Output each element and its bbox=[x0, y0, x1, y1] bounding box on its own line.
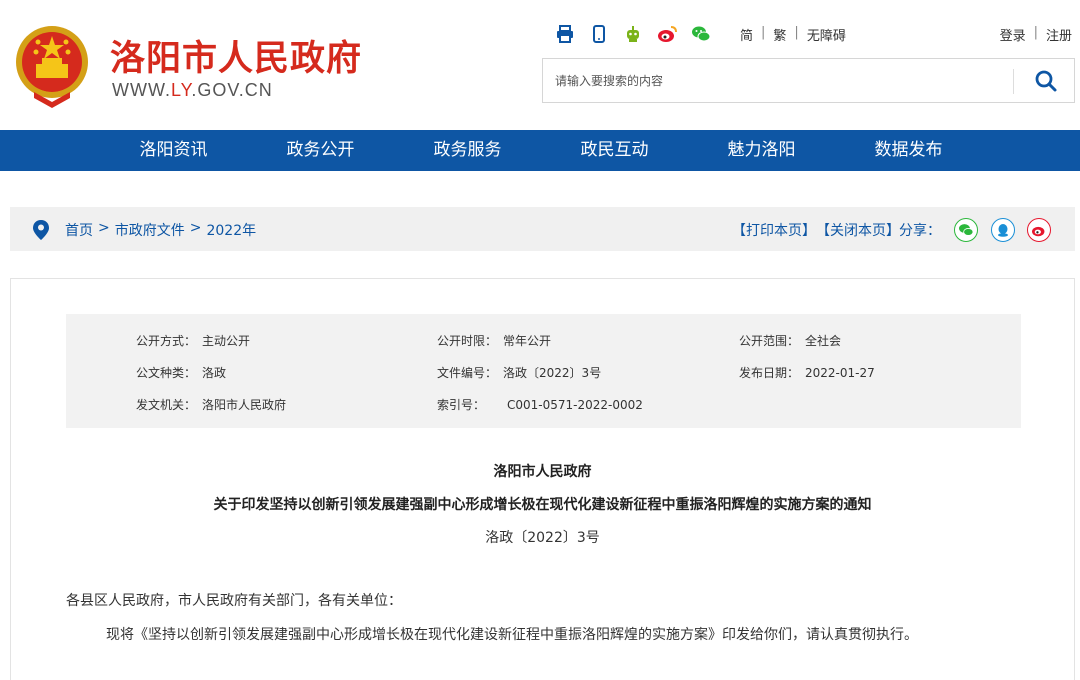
meta-value: 洛阳市人民政府 bbox=[202, 398, 287, 412]
document-number: 洛政〔2022〕3号 bbox=[485, 530, 600, 546]
separator: | bbox=[794, 25, 799, 40]
breadcrumb-bar: 首页 > 市政府文件 > 2022年 【打印本页】 【关闭本页】 分享： bbox=[10, 207, 1075, 251]
meta-key: 发文机关： bbox=[136, 398, 197, 412]
meta-key: 公开方式： bbox=[136, 334, 197, 348]
domain-ly: LY bbox=[170, 80, 192, 100]
domain-suffix: .GOV.CN bbox=[191, 80, 273, 100]
search-box bbox=[542, 58, 1075, 103]
meta-doc-type: 公文种类： 洛政 bbox=[136, 364, 226, 381]
meta-value: 洛政 bbox=[202, 366, 227, 380]
search-input[interactable] bbox=[555, 59, 1005, 102]
meta-doc-number: 文件编号： 洛政〔2022〕3号 bbox=[437, 364, 601, 381]
wechat-icon[interactable] bbox=[691, 24, 711, 44]
meta-value: 主动公开 bbox=[202, 334, 251, 348]
nav-item-gov-services[interactable]: 政务服务 bbox=[394, 130, 541, 171]
meta-open-scope: 公开范围： 全社会 bbox=[739, 332, 841, 349]
language-links: 简 | 繁 | 无障碍 bbox=[740, 25, 846, 44]
document-metadata: 公开方式： 主动公开 公开时限： 常年公开 公开范围： 全社会 公文种类： 洛政 文件编… bbox=[66, 314, 1021, 428]
meta-value: 全社会 bbox=[805, 334, 842, 348]
meta-value: 常年公开 bbox=[503, 334, 552, 348]
weibo-icon[interactable] bbox=[657, 24, 677, 44]
meta-value: 2022-01-27 bbox=[805, 366, 875, 380]
search-divider bbox=[1013, 69, 1014, 94]
close-page-link[interactable]: 【关闭本页】 bbox=[816, 220, 900, 240]
meta-key: 文件编号： bbox=[437, 366, 498, 380]
search-icon bbox=[1035, 70, 1057, 91]
site-header: 洛阳市人民政府 WWW.LY.GOV.CN 简 | 繁 | 无障碍 登录 | 注… bbox=[0, 0, 1080, 130]
print-page-link[interactable]: 【打印本页】 bbox=[732, 220, 816, 240]
document-body: 现将《坚持以创新引领发展建强副中心形成增长极在现代化建设新征程中重振洛阳辉煌的实… bbox=[106, 627, 918, 643]
meta-pub-date: 发布日期： 2022-01-27 bbox=[739, 364, 875, 381]
breadcrumb: 首页 > 市政府文件 > 2022年 bbox=[65, 220, 256, 240]
meta-value: C001-0571-2022-0002 bbox=[507, 398, 643, 412]
breadcrumb-separator: > bbox=[189, 220, 202, 236]
meta-value: 洛政〔2022〕3号 bbox=[503, 366, 602, 380]
document-title: 关于印发坚持以创新引领发展建强副中心形成增长极在现代化建设新征程中重振洛阳辉煌的… bbox=[213, 497, 872, 513]
domain-prefix: WWW. bbox=[112, 80, 171, 100]
separator: | bbox=[761, 25, 766, 40]
breadcrumb-home[interactable]: 首页 bbox=[65, 220, 93, 240]
share-weibo-icon[interactable] bbox=[1027, 218, 1051, 242]
auth-links: 登录 | 注册 bbox=[1000, 25, 1072, 44]
meta-key: 公文种类： bbox=[136, 366, 197, 380]
robot-icon[interactable] bbox=[623, 24, 643, 44]
document-salutation: 各县区人民政府，市人民政府有关部门，各有关单位： bbox=[66, 593, 402, 609]
meta-open-mode: 公开方式： 主动公开 bbox=[136, 332, 250, 349]
search-button[interactable] bbox=[1018, 59, 1074, 102]
register-link[interactable]: 注册 bbox=[1046, 25, 1072, 44]
document-issuer: 洛阳市人民政府 bbox=[493, 464, 592, 480]
nav-item-data-release[interactable]: 数据发布 bbox=[835, 130, 982, 171]
separator: | bbox=[1033, 25, 1038, 40]
share-label: 分享： bbox=[899, 223, 941, 239]
nav-items: 洛阳资讯 政务公开 政务服务 政民互动 魅力洛阳 数据发布 bbox=[100, 130, 982, 171]
breadcrumb-separator: > bbox=[98, 220, 110, 236]
article-panel: 公开方式： 主动公开 公开时限： 常年公开 公开范围： 全社会 公文种类： 洛政 文件编… bbox=[10, 278, 1075, 680]
location-pin-icon bbox=[33, 220, 49, 240]
page-actions: 【打印本页】 【关闭本页】 bbox=[732, 220, 900, 240]
site-domain: WWW.LY.GOV.CN bbox=[112, 80, 273, 101]
top-toolbar-icons bbox=[555, 24, 711, 44]
main-nav: 洛阳资讯 政务公开 政务服务 政民互动 魅力洛阳 数据发布 bbox=[0, 130, 1080, 171]
print-icon[interactable] bbox=[555, 24, 575, 44]
accessibility-link[interactable]: 无障碍 bbox=[807, 25, 846, 44]
share-qq-icon[interactable] bbox=[991, 218, 1015, 242]
national-emblem-icon[interactable] bbox=[12, 22, 92, 108]
breadcrumb-year[interactable]: 2022年 bbox=[206, 220, 256, 240]
meta-key: 索引号： bbox=[437, 398, 486, 412]
meta-issuer: 发文机关： 洛阳市人民政府 bbox=[136, 396, 286, 413]
meta-key: 公开时限： bbox=[437, 334, 498, 348]
meta-key: 公开范围： bbox=[739, 334, 800, 348]
lang-traditional-link[interactable]: 繁 bbox=[773, 25, 786, 44]
share-wechat-icon[interactable] bbox=[954, 218, 978, 242]
meta-open-period: 公开时限： 常年公开 bbox=[437, 332, 551, 349]
nav-item-charm-luoyang[interactable]: 魅力洛阳 bbox=[688, 130, 835, 171]
site-title[interactable]: 洛阳市人民政府 bbox=[110, 30, 362, 81]
nav-item-news[interactable]: 洛阳资讯 bbox=[100, 130, 247, 171]
login-link[interactable]: 登录 bbox=[1000, 25, 1026, 44]
nav-item-gov-affairs-open[interactable]: 政务公开 bbox=[247, 130, 394, 171]
mobile-icon[interactable] bbox=[589, 24, 609, 44]
breadcrumb-city-docs[interactable]: 市政府文件 bbox=[115, 220, 185, 240]
lang-simplified-link[interactable]: 简 bbox=[740, 25, 753, 44]
nav-item-interaction[interactable]: 政民互动 bbox=[541, 130, 688, 171]
meta-index-number: 索引号： C001-0571-2022-0002 bbox=[437, 396, 643, 413]
meta-key: 发布日期： bbox=[739, 366, 800, 380]
